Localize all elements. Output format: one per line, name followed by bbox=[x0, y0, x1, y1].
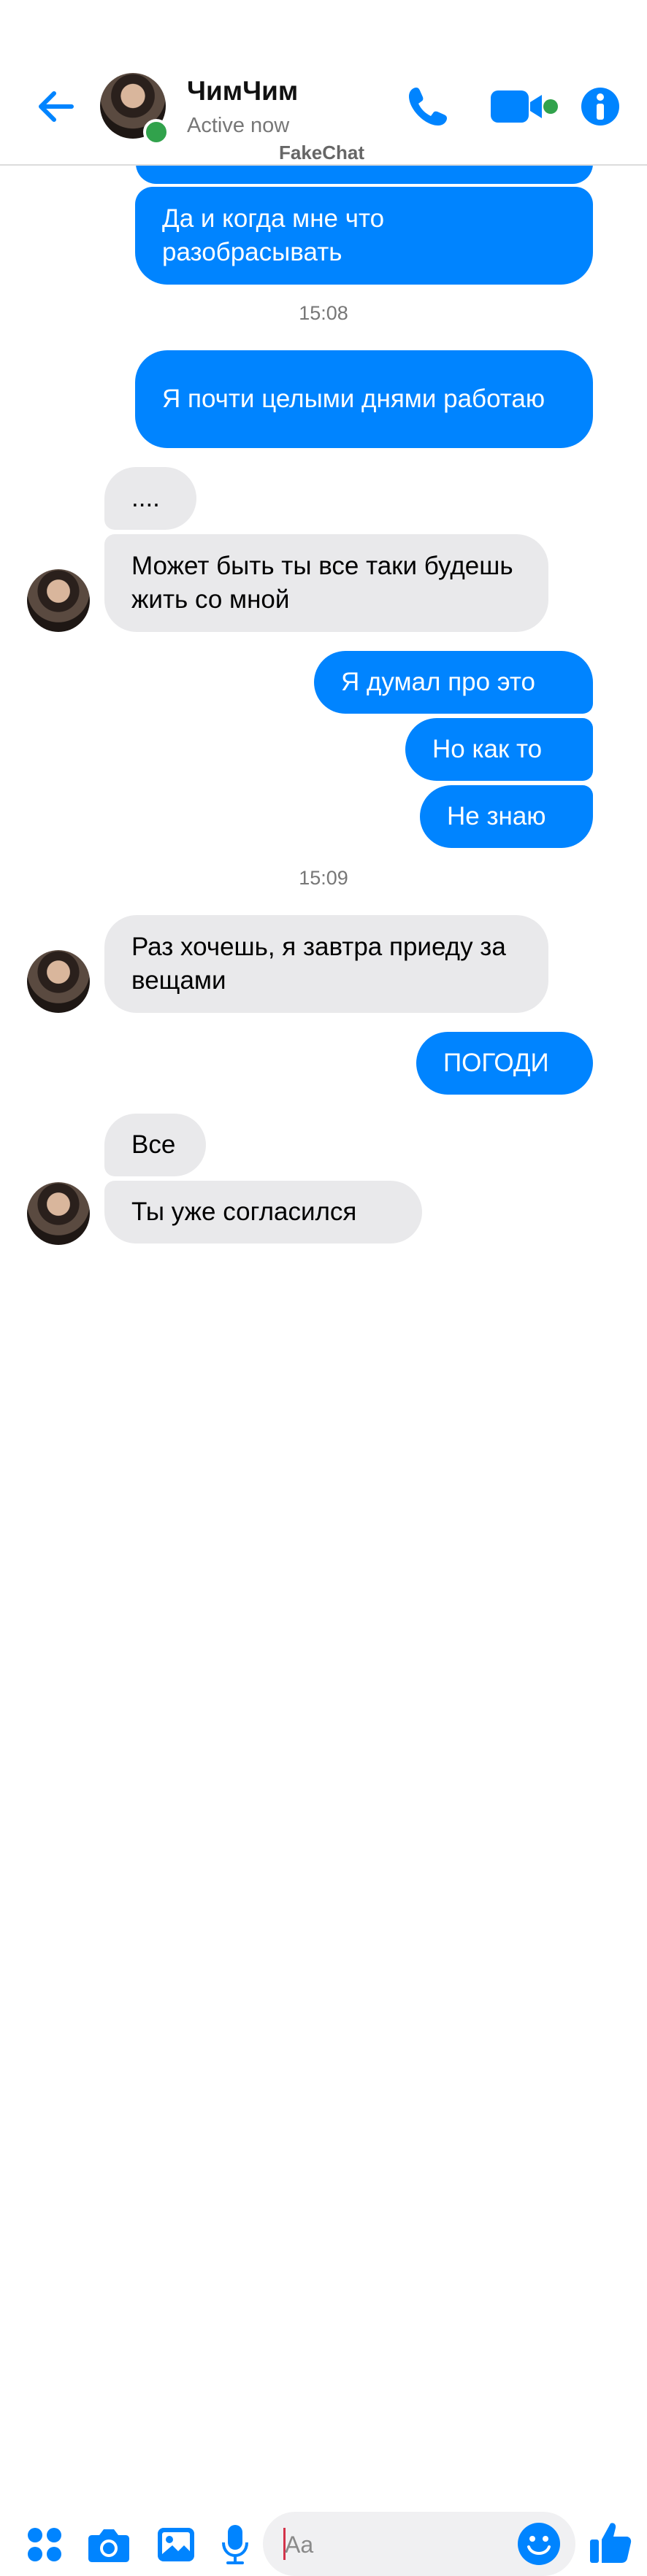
message-input[interactable] bbox=[283, 2525, 505, 2564]
message-text: Ты уже согласился bbox=[131, 1198, 357, 1226]
message-text: Может быть ты все таки будешь жить со мн… bbox=[131, 552, 513, 614]
message-text: Я почти целыми днями работаю bbox=[162, 385, 545, 413]
chat-thread[interactable]: Да и когда мне что разобрасывать 15:08 Я… bbox=[0, 0, 647, 1255]
info-icon[interactable] bbox=[580, 86, 621, 127]
contact-avatar[interactable] bbox=[27, 1182, 90, 1245]
message-input-container[interactable] bbox=[263, 2512, 575, 2576]
message-text: Но как то bbox=[432, 735, 543, 763]
message-bubble-incoming[interactable]: .... bbox=[104, 467, 196, 530]
message-bubble-outgoing[interactable]: Да и когда мне что разобрасывать bbox=[135, 187, 593, 285]
message-bubble-outgoing[interactable]: Не знаю bbox=[420, 785, 593, 848]
chat-header: ЧимЧим Active now FakeChat bbox=[0, 0, 647, 166]
message-text: Не знаю bbox=[447, 802, 546, 830]
message-bubble-incoming[interactable]: Все bbox=[104, 1114, 206, 1176]
online-indicator bbox=[143, 119, 169, 145]
message-text: Все bbox=[131, 1130, 176, 1159]
message-bubble-outgoing[interactable]: Я почти целыми днями работаю bbox=[135, 350, 593, 448]
contact-name[interactable]: ЧимЧим bbox=[187, 76, 298, 107]
message-bubble-incoming[interactable]: Раз хочешь, я завтра приеду за вещами bbox=[104, 915, 548, 1013]
contact-status: Active now bbox=[187, 114, 290, 137]
contact-avatar[interactable] bbox=[27, 950, 90, 1013]
message-bubble-outgoing[interactable]: Но как то bbox=[405, 718, 593, 781]
apps-icon[interactable] bbox=[26, 2526, 63, 2567]
message-text: Раз хочешь, я завтра приеду за вещами bbox=[131, 933, 506, 995]
message-bubble-outgoing[interactable]: ПОГОДИ bbox=[416, 1032, 593, 1095]
message-bubble-incoming[interactable]: Может быть ты все таки будешь жить со мн… bbox=[104, 534, 548, 632]
message-composer bbox=[0, 1255, 647, 2576]
message-text: Да и когда мне что разобрасывать bbox=[162, 204, 385, 266]
message-bubble-outgoing[interactable]: Я думал про это bbox=[314, 651, 593, 714]
emoji-icon[interactable] bbox=[517, 2522, 561, 2569]
message-text: Я думал про это bbox=[341, 668, 536, 696]
watermark: FakeChat bbox=[279, 142, 365, 163]
message-text: .... bbox=[131, 484, 160, 512]
back-arrow-icon[interactable] bbox=[35, 86, 76, 127]
timestamp: 15:09 bbox=[299, 867, 348, 889]
gallery-icon[interactable] bbox=[156, 2525, 196, 2568]
phone-icon[interactable] bbox=[406, 85, 450, 128]
message-bubble-incoming[interactable]: Ты уже согласился bbox=[104, 1181, 422, 1243]
active-call-indicator bbox=[543, 99, 558, 114]
contact-avatar[interactable] bbox=[27, 569, 90, 632]
timestamp: 15:08 bbox=[299, 302, 348, 324]
message-text: ПОГОДИ bbox=[443, 1049, 549, 1077]
like-icon[interactable] bbox=[589, 2521, 632, 2569]
camera-icon[interactable] bbox=[88, 2526, 130, 2567]
microphone-icon[interactable] bbox=[221, 2523, 250, 2569]
